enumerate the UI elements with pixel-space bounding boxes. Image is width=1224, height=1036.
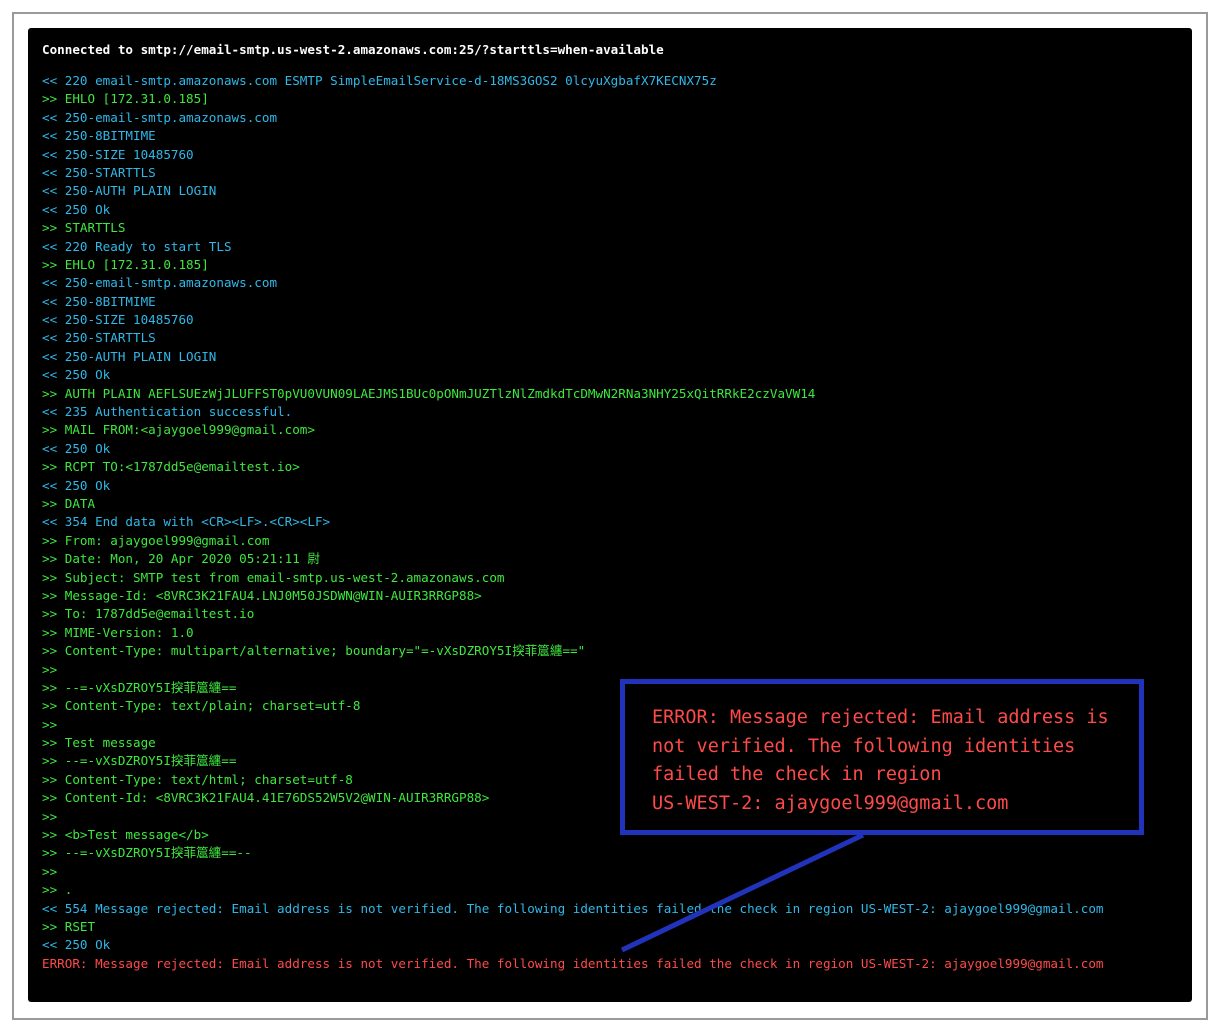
callout-pointer-arrow <box>620 832 865 953</box>
pointer-line <box>620 832 865 953</box>
